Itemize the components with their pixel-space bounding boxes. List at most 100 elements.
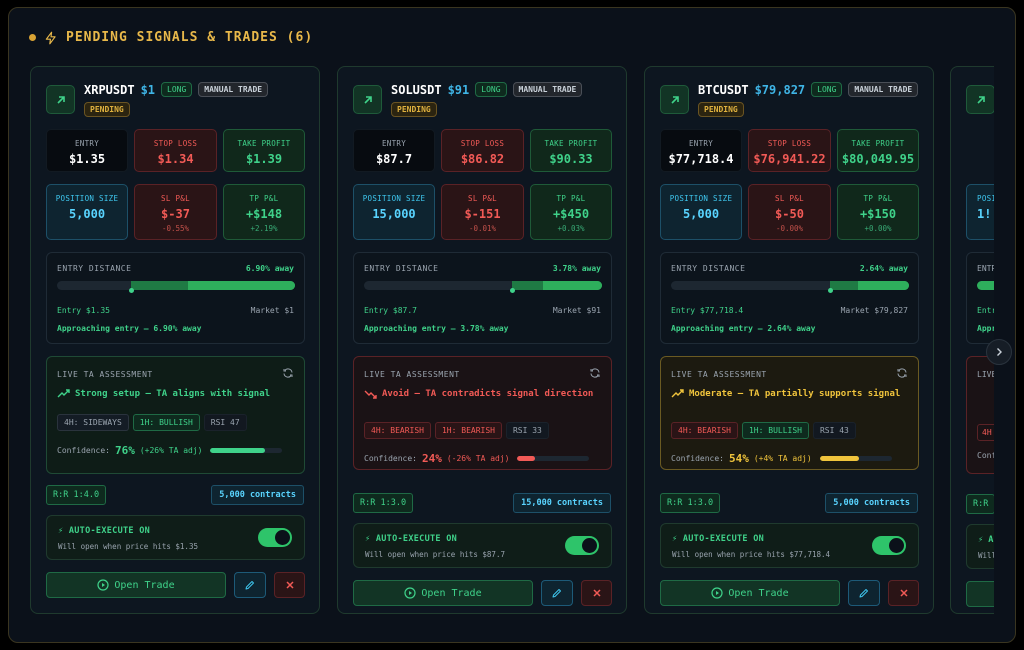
auto-execute-box: ⚡ AUTO-EXECUTE ON Will open when price h… [660, 523, 919, 568]
trend-icon [364, 390, 377, 399]
signal-card-solusdt[interactable]: SOLUSDT $91 LONG MANUAL TRADE PENDING EN… [337, 66, 627, 614]
entry-text: Entry $77,718.4 [671, 306, 744, 315]
pending-badge: PENDING [698, 102, 744, 117]
status-dot [29, 34, 36, 41]
long-badge: LONG [475, 82, 507, 97]
current-price: $79,827 [754, 82, 806, 97]
play-circle-icon [711, 587, 723, 599]
delete-button[interactable] [274, 572, 305, 598]
ta-assessment-box: LIVE TA ASSESSMENT Strong setup — TA ali… [46, 356, 305, 474]
manual-trade-badge: MANUAL TRADE [848, 82, 919, 97]
delete-button[interactable] [888, 580, 919, 606]
entry-text: Entry $1.35 [57, 306, 110, 315]
play-circle-icon [97, 579, 109, 591]
pencil-icon [859, 589, 868, 598]
position-size-box: POSITION SIZE 5,000 [46, 184, 128, 240]
section-header: PENDING SIGNALS & TRADES (6) [29, 30, 313, 45]
edit-button[interactable] [234, 572, 266, 598]
risk-reward-badge: R:R 1:4.0 [46, 485, 107, 505]
entry-distance-box: ENTRY DISTANCE 2.64% away Entry $77,718.… [660, 252, 919, 344]
manual-trade-badge: MANUAL TRADE [512, 82, 583, 97]
scroll-right-button[interactable] [986, 339, 1012, 365]
open-trade-button[interactable]: Open Trade [46, 572, 226, 598]
ta-adjustment: (+26% TA adj) [139, 446, 203, 455]
approaching-text: Approaching entry — 3.78% away [364, 324, 509, 333]
tp-pnl-box: TP P&L +$150 +0.00% [837, 184, 919, 240]
entry-box: ENTRY $87.7 [353, 129, 435, 172]
play-circle-icon [404, 587, 416, 599]
auto-execute-toggle[interactable] [565, 536, 599, 555]
close-icon [899, 589, 908, 597]
peek-open-button[interactable] [966, 581, 994, 607]
symbol: XRPUSDT [84, 82, 135, 97]
confidence-row: Confidence: 76% (+26% TA adj) [57, 444, 283, 457]
tp-pnl-box: TP P&L +$148 +2.19% [223, 184, 305, 240]
peek-ta-box: LIVE 4H Conf [966, 356, 994, 474]
long-badge: LONG [161, 82, 193, 97]
cards-carousel: BTCUSDT $79,827 LONG MANUAL TRADE PENDIN… [30, 66, 994, 626]
ta-adjustment: (+4% TA adj) [753, 454, 812, 463]
position-size-box: POSITION SIZE 5,000 [660, 184, 742, 240]
ta-verdict: Strong setup — TA aligns with signal [75, 389, 271, 399]
edit-button[interactable] [541, 580, 573, 606]
ta-assessment-box: LIVE TA ASSESSMENT Avoid — TA contradict… [353, 356, 612, 470]
distance-bar [364, 281, 602, 290]
confidence-bar [819, 456, 892, 461]
risk-reward-badge: R:R 1:3.0 [353, 493, 414, 513]
market-text: Market $79,827 [840, 306, 908, 315]
auto-execute-toggle[interactable] [872, 536, 906, 555]
ta-chip: RSI 47 [203, 414, 247, 431]
close-icon [592, 589, 601, 597]
signal-card-peek[interactable]: POSI 1! ENTR Entr Appr LIVE 4H Conf R:R … [950, 66, 994, 614]
entry-marker [510, 288, 515, 293]
open-trade-button[interactable]: Open Trade [660, 580, 840, 606]
chevron-right-icon [997, 348, 1002, 356]
take-profit-box: TAKE PROFIT $1.39 [223, 129, 305, 172]
distance-away: 3.78% away [552, 264, 601, 273]
ta-chip: 4H: SIDEWAYS [57, 414, 129, 431]
manual-trade-badge: MANUAL TRADE [198, 82, 269, 97]
auto-execute-desc: Will open when price hits $1.35 [58, 542, 198, 551]
edit-button[interactable] [848, 580, 880, 606]
current-price: $1 [140, 82, 156, 97]
refresh-icon[interactable] [282, 367, 294, 379]
distance-bar [57, 281, 295, 290]
lightning-icon [45, 31, 56, 44]
approaching-text: Approaching entry — 6.90% away [57, 324, 202, 333]
auto-execute-desc: Will open when price hits $77,718.4 [672, 550, 831, 559]
ta-chip: 1H: BULLISH [741, 422, 809, 439]
refresh-icon[interactable] [896, 367, 908, 379]
ta-chips: 4H: BEARISH 1H: BEARISH RSI 33 [364, 422, 549, 439]
pending-badge: PENDING [391, 102, 437, 117]
ta-adjustment: (-26% TA adj) [446, 454, 510, 463]
entry-distance-box: ENTRY DISTANCE 6.90% away Entry $1.35 Ma… [46, 252, 305, 344]
entry-box: ENTRY $77,718.4 [660, 129, 742, 172]
ta-assessment-box: LIVE TA ASSESSMENT Moderate — TA partial… [660, 356, 919, 470]
card-title-row: BTCUSDT $79,827 LONG MANUAL TRADE [698, 82, 919, 97]
pencil-icon [245, 581, 254, 590]
signal-card-btcusdt[interactable]: BTCUSDT $79,827 LONG MANUAL TRADE PENDIN… [644, 66, 934, 614]
signal-card-xrpusdt[interactable]: XRPUSDT $1 LONG MANUAL TRADE PENDING ENT… [30, 66, 320, 614]
peek-distance-box: ENTR Entr Appr [966, 252, 994, 344]
open-trade-button[interactable]: Open Trade [353, 580, 533, 606]
entry-marker [129, 288, 134, 293]
contracts-badge: 5,000 contracts [825, 493, 918, 513]
peek-position-box: POSI 1! [966, 184, 994, 240]
contracts-badge: 5,000 contracts [211, 485, 304, 505]
pending-badge: PENDING [84, 102, 130, 117]
ta-chip: 4H: BEARISH [364, 422, 431, 439]
auto-execute-toggle[interactable] [258, 528, 292, 547]
risk-reward-badge: R:R 1:3.0 [660, 493, 721, 513]
trend-up-icon [660, 85, 689, 114]
confidence-value: 54% [728, 452, 749, 465]
auto-execute-box: ⚡ AUTO-EXECUTE ON Will open when price h… [353, 523, 612, 568]
delete-button[interactable] [581, 580, 612, 606]
entry-marker [828, 288, 833, 293]
refresh-icon[interactable] [589, 367, 601, 379]
stop-loss-box: STOP LOSS $1.34 [134, 129, 217, 172]
trend-up-icon [966, 85, 994, 114]
approaching-text: Approaching entry — 2.64% away [671, 324, 816, 333]
ta-verdict: Avoid — TA contradicts signal direction [382, 389, 594, 399]
pencil-icon [552, 589, 561, 598]
entry-text: Entry $87.7 [364, 306, 417, 315]
